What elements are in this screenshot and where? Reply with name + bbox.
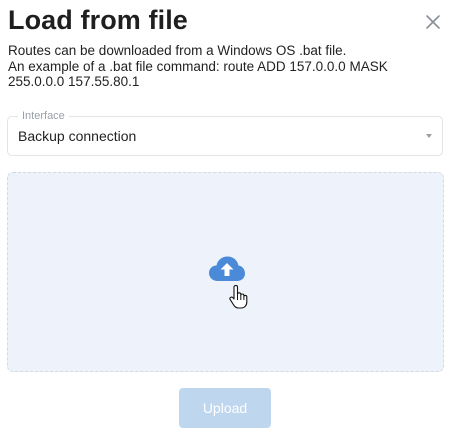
cloud-upload-icon — [209, 256, 245, 281]
file-dropzone[interactable] — [7, 172, 444, 372]
interface-select[interactable]: Interface Backup connection — [7, 109, 443, 156]
dialog-description: Routes can be downloaded from a Windows … — [8, 43, 438, 90]
interface-select-value: Backup connection — [18, 128, 137, 144]
chevron-down-icon — [426, 134, 432, 138]
close-button[interactable] — [423, 12, 443, 32]
load-from-file-dialog: Load from file Routes can be downloaded … — [0, 0, 452, 435]
close-icon — [426, 15, 440, 29]
description-line-1: Routes can be downloaded from a Windows … — [8, 43, 347, 58]
description-line-2: An example of a .bat file command: route… — [8, 58, 388, 90]
hand-pointer-icon — [229, 285, 248, 309]
upload-button[interactable]: Upload — [179, 388, 271, 428]
dialog-title: Load from file — [8, 5, 188, 35]
interface-select-label: Interface — [18, 109, 69, 123]
